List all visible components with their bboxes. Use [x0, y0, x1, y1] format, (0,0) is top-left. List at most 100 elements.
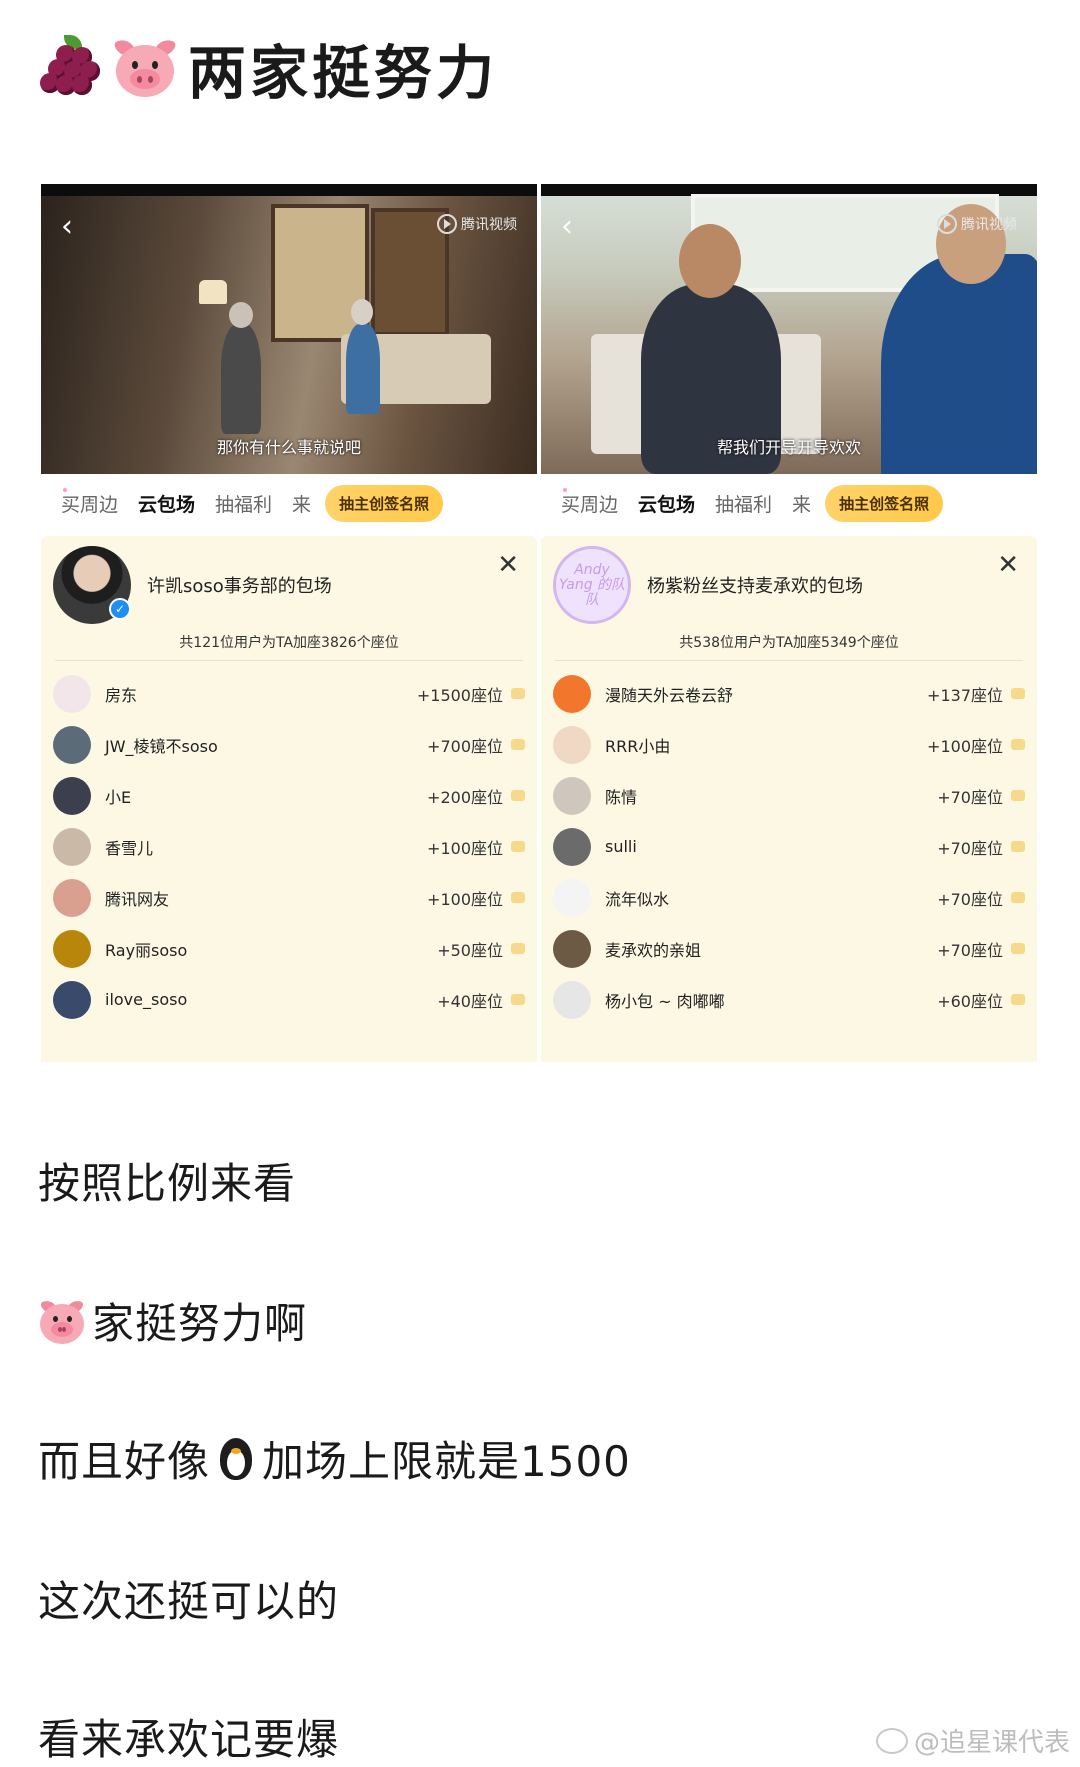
seat-count: +70座位	[937, 940, 1003, 960]
list-item[interactable]: 房东 +1500座位	[41, 668, 537, 719]
avatar[interactable]	[53, 674, 91, 713]
avatar[interactable]	[553, 878, 591, 917]
seat-count: +40座位	[437, 991, 503, 1011]
list-item[interactable]: JW_棱镜不soso +700座位	[41, 719, 537, 770]
title-text: 两家挺努力	[188, 39, 499, 107]
paragraph: 看来承欢记要爆	[38, 1715, 340, 1764]
pig-face-icon	[38, 1297, 86, 1344]
supporter-name: Ray丽soso	[105, 940, 188, 960]
tab-cloud-booking[interactable]: 云包场	[138, 490, 195, 517]
video-frame[interactable]: ‹ 腾讯视频 那你有什么事就说吧	[41, 184, 537, 474]
supporter-name: 小E	[105, 787, 132, 807]
seat-count: +70座位	[937, 889, 1003, 909]
supporter-name: 杨小包 ~ 肉嘟嘟	[605, 991, 725, 1011]
paragraph-text: 而且好像	[38, 1437, 211, 1486]
paragraph: 家挺努力啊	[38, 1290, 307, 1351]
list-item[interactable]: RRR小由 +100座位	[541, 719, 1037, 770]
list-item[interactable]: Ray丽soso +50座位	[41, 923, 537, 974]
tencent-video-watermark: 腾讯视频	[437, 214, 517, 234]
seat-count: +50座位	[437, 940, 503, 960]
booking-summary: 共538位用户为TA加座5349个座位	[679, 635, 899, 651]
autograph-lottery-button[interactable]: 抽主创签名照	[325, 484, 444, 522]
seat-count: +100座位	[427, 838, 503, 858]
seat-count: +1500座位	[416, 685, 503, 705]
list-item[interactable]: 杨小包 ~ 肉嘟嘟 +60座位	[541, 974, 1037, 1025]
avatar[interactable]: ✓	[53, 546, 131, 624]
tab-more[interactable]: 来	[792, 490, 811, 517]
close-icon[interactable]: ✕	[997, 550, 1019, 580]
list-item[interactable]: 漫随天外云卷云舒 +137座位	[541, 668, 1037, 719]
seat-count: +700座位	[427, 736, 503, 756]
list-item[interactable]: 香雪儿 +100座位	[41, 821, 537, 872]
tencent-video-watermark: 腾讯视频	[937, 214, 1017, 234]
tab-bar: 买周边 云包场 抽福利 来 抽主创签名照	[541, 474, 1037, 532]
avatar[interactable]	[53, 980, 91, 1019]
supporter-name: 房东	[105, 685, 138, 705]
weibo-logo-icon	[875, 1727, 908, 1754]
list-item[interactable]: ilove_soso +40座位	[41, 974, 537, 1025]
pig-face-icon	[112, 36, 178, 99]
seat-icon	[511, 994, 525, 1005]
seat-count: +70座位	[937, 838, 1003, 858]
seat-icon	[1011, 994, 1025, 1005]
supporter-name: 流年似水	[605, 889, 670, 909]
grapes-icon	[38, 35, 104, 101]
avatar[interactable]	[553, 827, 591, 866]
list-item[interactable]: 腾讯网友 +100座位	[41, 872, 537, 923]
avatar[interactable]	[553, 725, 591, 764]
list-item[interactable]: 麦承欢的亲姐 +70座位	[541, 923, 1037, 974]
tab-bar: 买周边 云包场 抽福利 来 抽主创签名照	[41, 474, 537, 532]
host-header: ✓ 许凯soso事务部的包场	[53, 546, 332, 624]
post-title: 两家挺努力	[38, 28, 498, 108]
avatar[interactable]	[53, 827, 91, 866]
back-arrow-icon[interactable]: ‹	[61, 212, 87, 242]
avatar[interactable]	[553, 929, 591, 968]
seat-icon	[511, 790, 525, 801]
supporter-name: JW_棱镜不soso	[105, 736, 218, 756]
video-frame[interactable]: ‹ 腾讯视频 帮我们开导开导欢欢	[541, 184, 1037, 474]
tab-rewards[interactable]: 抽福利	[715, 490, 772, 517]
avatar[interactable]	[53, 878, 91, 917]
paragraph: 按照比例来看	[38, 1159, 297, 1208]
avatar[interactable]	[553, 674, 591, 713]
video-subtitle: 那你有什么事就说吧	[216, 438, 361, 457]
seat-count: +70座位	[937, 787, 1003, 807]
seat-icon	[511, 892, 525, 903]
list-item[interactable]: 陈情 +70座位	[541, 770, 1037, 821]
seat-count: +100座位	[927, 736, 1003, 756]
supporter-name: 香雪儿	[105, 838, 154, 858]
seat-icon	[1011, 841, 1025, 852]
supporter-name: 麦承欢的亲姐	[605, 940, 702, 960]
booking-summary: 共121位用户为TA加座3826个座位	[179, 635, 399, 651]
avatar[interactable]	[53, 929, 91, 968]
seat-icon	[511, 688, 525, 699]
list-item[interactable]: 小E +200座位	[41, 770, 537, 821]
list-item[interactable]: sulli +70座位	[541, 821, 1037, 872]
close-icon[interactable]: ✕	[497, 550, 519, 580]
seat-count: +200座位	[427, 787, 503, 807]
list-item[interactable]: 流年似水 +70座位	[541, 872, 1037, 923]
avatar[interactable]: Andy Yang 的队队	[553, 546, 631, 624]
seat-count: +100座位	[427, 889, 503, 909]
supporter-name: 腾讯网友	[105, 889, 170, 909]
seat-icon	[1011, 892, 1025, 903]
avatar[interactable]	[553, 776, 591, 815]
avatar[interactable]	[53, 776, 91, 815]
seat-icon	[1011, 943, 1025, 954]
tab-merch[interactable]: 买周边	[61, 490, 118, 517]
tab-more[interactable]: 来	[292, 490, 311, 517]
back-arrow-icon[interactable]: ‹	[561, 212, 587, 242]
booking-sheet: Andy Yang 的队队 杨紫粉丝支持麦承欢的包场 ✕ 共538位用户为TA加…	[541, 536, 1037, 1062]
seat-icon	[1011, 688, 1025, 699]
screenshot-right: ‹ 腾讯视频 帮我们开导开导欢欢 买周边 云包场 抽福利 来 抽主创签名照 An…	[541, 184, 1037, 1062]
tab-cloud-booking[interactable]: 云包场	[638, 490, 695, 517]
avatar[interactable]	[553, 980, 591, 1019]
autograph-lottery-button[interactable]: 抽主创签名照	[825, 484, 944, 522]
supporter-list: 漫随天外云卷云舒 +137座位 RRR小由 +100座位 陈情 +70座位 sulli +70…	[541, 668, 1037, 1025]
tab-rewards[interactable]: 抽福利	[215, 490, 272, 517]
tab-merch[interactable]: 买周边	[561, 490, 618, 517]
seat-count: +137座位	[927, 685, 1003, 705]
weibo-watermark: @追星课代表	[875, 1722, 1070, 1759]
avatar-logo-text: Andy Yang 的队队	[558, 561, 626, 608]
avatar[interactable]	[53, 725, 91, 764]
